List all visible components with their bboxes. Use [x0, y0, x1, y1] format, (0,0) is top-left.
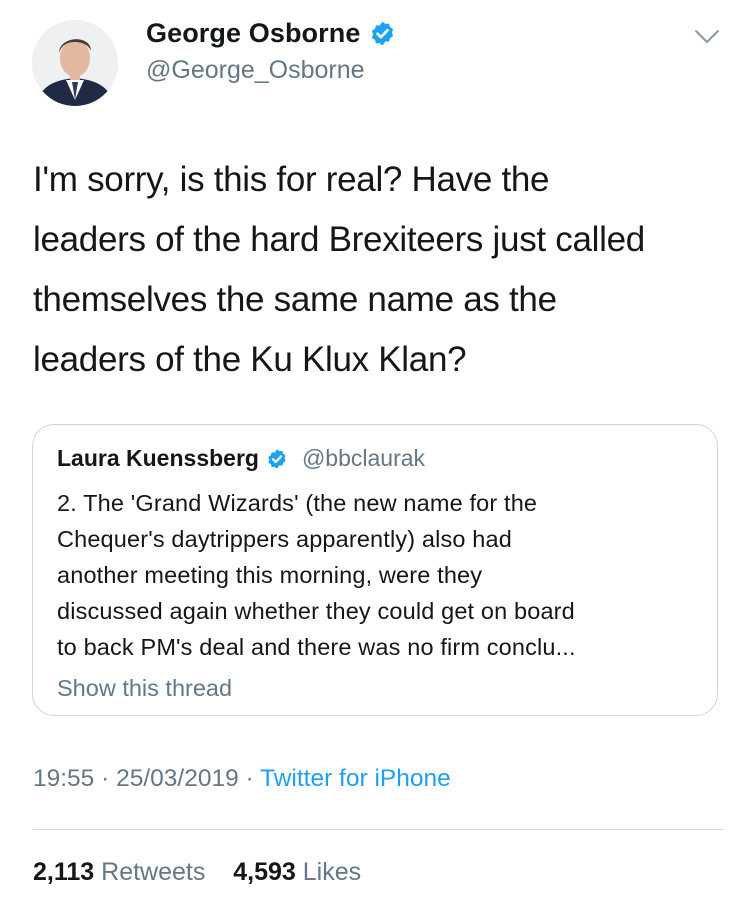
retweets-count: 2,113	[33, 858, 95, 886]
likes-stat[interactable]: 4,593 Likes	[233, 858, 361, 886]
verified-badge-icon	[369, 20, 396, 47]
show-thread-link[interactable]: Show this thread	[57, 675, 232, 702]
quoted-tweet-card[interactable]: Laura Kuenssberg @bbclaurak 2. The 'Gran…	[32, 424, 718, 716]
retweets-label: Retweets	[101, 858, 206, 886]
verified-badge-icon	[266, 448, 288, 470]
meta-separator: ·	[101, 765, 110, 792]
tweet-source-link[interactable]: Twitter for iPhone	[260, 765, 451, 792]
engagement-stats: 2,113 Retweets 4,593 Likes	[33, 858, 361, 887]
author-name-row[interactable]: George Osborne	[146, 18, 396, 49]
likes-label: Likes	[302, 858, 362, 886]
tweet-text-line: themselves the same name as the	[33, 280, 557, 319]
tweet-text-line: I'm sorry, is this for real? Have the	[33, 160, 550, 199]
author-display-name[interactable]: George Osborne	[146, 18, 360, 49]
tweet-text: I'm sorry, is this for real? Have the le…	[33, 150, 723, 390]
tweet-date[interactable]: 25/03/2019	[116, 765, 239, 792]
quoted-tweet-header: Laura Kuenssberg @bbclaurak	[57, 445, 425, 472]
quoted-text-line: Chequer's daytrippers apparently) also h…	[57, 526, 512, 552]
quoted-text-line: another meeting this morning, were they	[57, 562, 483, 588]
stats-divider	[33, 829, 725, 830]
tweet-time[interactable]: 19:55	[33, 765, 94, 792]
author-avatar[interactable]	[32, 20, 118, 106]
tweet-text-line: leaders of the hard Brexiteers just call…	[33, 220, 645, 259]
quoted-author-handle: @bbclaurak	[301, 445, 426, 471]
likes-count: 4,593	[233, 858, 296, 886]
retweets-stat[interactable]: 2,113 Retweets	[33, 858, 212, 886]
tweet-meta: 19:55 · 25/03/2019 · Twitter for iPhone	[33, 765, 451, 793]
quoted-tweet-text: 2. The 'Grand Wizards' (the new name for…	[57, 485, 702, 665]
chevron-down-icon[interactable]	[694, 28, 720, 46]
quoted-text-line: to back PM's deal and there was no firm …	[57, 634, 576, 660]
author-handle[interactable]: @George_Osborne	[146, 56, 365, 85]
avatar-portrait	[32, 20, 118, 106]
tweet-text-line: leaders of the Ku Klux Klan?	[33, 340, 467, 379]
meta-separator: ·	[245, 765, 254, 792]
quoted-text-line: 2. The 'Grand Wizards' (the new name for…	[57, 490, 538, 516]
quoted-author-name: Laura Kuenssberg	[57, 445, 259, 471]
quoted-text-line: discussed again whether they could get o…	[57, 598, 575, 624]
